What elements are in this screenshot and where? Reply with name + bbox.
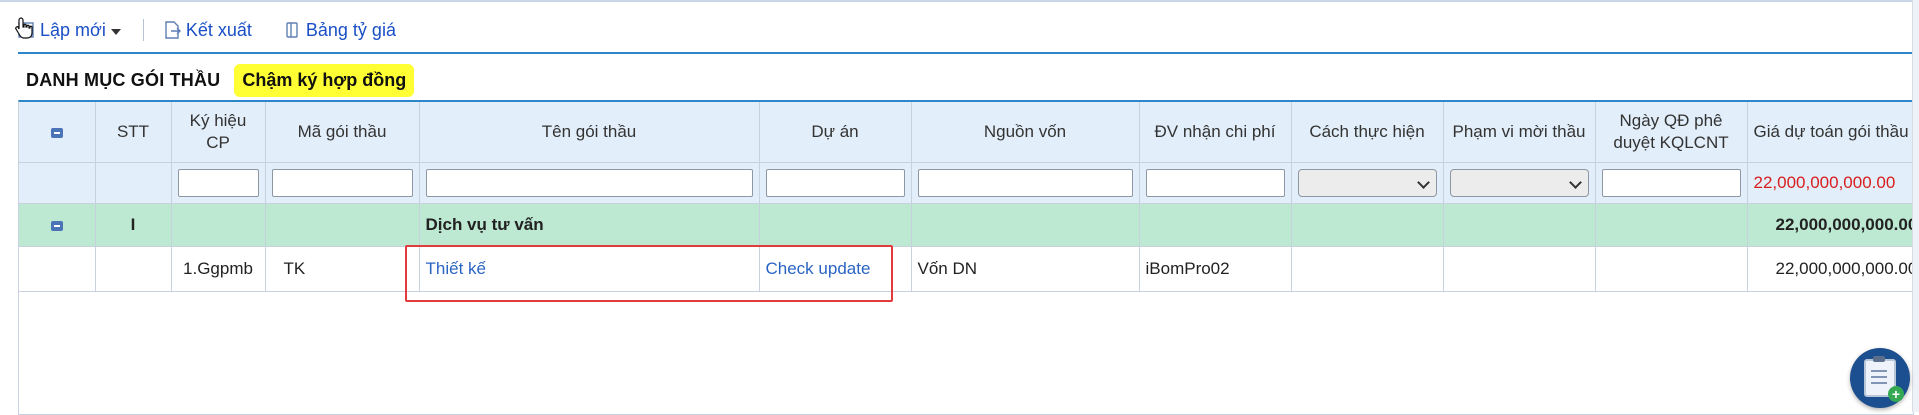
title-row: DANH MỤC GÓI THẦU Chậm ký hợp đồng: [26, 62, 415, 98]
toolbar-separator: [142, 19, 144, 41]
cell-ten-goi-thau-link[interactable]: Thiết kế: [419, 246, 760, 292]
new-button-label: Lập mới: [40, 19, 106, 40]
cell-pham-vi-moi-thau: [1443, 246, 1596, 292]
toolbar: Lập mới Kết xuất Bảng tỷ giá: [16, 14, 426, 46]
top-border: [0, 0, 1919, 2]
exchange-rate-button-label: Bảng tỷ giá: [305, 19, 396, 40]
page-title: DANH MỤC GÓI THẦU: [26, 69, 221, 90]
col-header-nguon-von[interactable]: Nguồn vốn: [911, 102, 1140, 163]
chevron-down-icon: [1416, 176, 1430, 189]
export-button-label: Kết xuất: [185, 19, 252, 40]
filter-ky-hieu-cp[interactable]: [177, 169, 259, 197]
filter-pham-vi-moi-thau-select[interactable]: [1449, 169, 1589, 197]
vertical-scrollbar[interactable]: [1912, 0, 1919, 412]
collapse-icon: [50, 220, 63, 231]
book-icon: [282, 20, 302, 40]
exchange-rate-button[interactable]: Bảng tỷ giá: [282, 20, 396, 41]
filter-du-an[interactable]: [765, 169, 905, 197]
filter-nguon-von[interactable]: [917, 169, 1133, 197]
collapse-all-toggle[interactable]: [19, 102, 96, 163]
bid-package-table: STT Ký hiệu CP Mã gói thầu Tên gói thầu …: [19, 102, 1913, 292]
group-name: Dịch vụ tư vấn: [419, 203, 760, 247]
hand-cursor-icon: [14, 16, 34, 45]
col-header-ma-goi-thau[interactable]: Mã gói thầu: [265, 102, 420, 163]
header-row: STT Ký hiệu CP Mã gói thầu Tên gói thầu …: [19, 102, 1913, 163]
toolbar-divider: [18, 52, 1912, 54]
filter-dv-nhan-chi-phi[interactable]: [1145, 169, 1285, 197]
cell-du-an-link[interactable]: Check update: [759, 246, 912, 292]
col-header-dv-nhan-chi-phi[interactable]: ĐV nhận chi phí: [1139, 102, 1292, 163]
col-header-cach-thuc-hien[interactable]: Cách thực hiện: [1291, 102, 1444, 163]
filter-total-value: 22,000,000,000.00: [1747, 162, 1913, 204]
chevron-down-icon: [1568, 176, 1582, 189]
col-header-ngay-qd[interactable]: Ngày QĐ phê duyệt KQLCNT: [1595, 102, 1748, 163]
filter-ngay-qd[interactable]: [1601, 169, 1741, 197]
group-total: 22,000,000,000.00: [1747, 203, 1913, 247]
export-button[interactable]: Kết xuất: [162, 20, 252, 41]
col-header-pham-vi-moi-thau[interactable]: Phạm vi mời thầu: [1443, 102, 1596, 163]
filter-cell-empty: [19, 162, 96, 204]
cell-cach-thuc-hien: [1291, 246, 1444, 292]
col-header-gia-du-toan[interactable]: Giá dự toán gói thầu: [1747, 102, 1913, 163]
group-collapse-toggle[interactable]: [19, 203, 96, 247]
cell-stt: [95, 246, 172, 292]
chevron-down-icon: [110, 28, 121, 35]
bid-package-grid[interactable]: STT Ký hiệu CP Mã gói thầu Tên gói thầu …: [18, 100, 1914, 415]
cell-nguon-von: Vốn DN: [911, 246, 1140, 292]
cell-ngay-qd: [1595, 246, 1748, 292]
filter-cach-thuc-hien-select[interactable]: [1297, 169, 1437, 197]
cell-gia-du-toan: 22,000,000,000.00: [1747, 246, 1913, 292]
group-row[interactable]: I Dịch vụ tư vấn 22,000,000,000.00: [19, 203, 1913, 247]
col-header-ky-hieu-cp[interactable]: Ký hiệu CP: [171, 102, 266, 163]
group-stt: I: [95, 203, 172, 247]
col-header-stt[interactable]: STT: [95, 102, 172, 163]
filter-cell-stt: [95, 162, 172, 204]
cell-ky-hieu-cp: 1.Ggpmb: [171, 246, 266, 292]
col-header-ten-goi-thau[interactable]: Tên gói thầu: [419, 102, 760, 163]
filter-ma-goi-thau[interactable]: [271, 169, 413, 197]
add-note-button[interactable]: +: [1850, 348, 1910, 408]
cell-ma-goi-thau: TK: [265, 246, 420, 292]
export-icon: [162, 20, 182, 40]
status-badge[interactable]: Chậm ký hợp đồng: [234, 63, 415, 97]
cell-dv-nhan-chi-phi: iBomPro02: [1139, 246, 1292, 292]
filter-row: 22,000,000,000.00: [19, 162, 1913, 204]
collapse-icon: [50, 127, 63, 138]
table-row[interactable]: 1.Ggpmb TK Thiết kế Check update Vốn DN …: [19, 246, 1913, 292]
col-header-du-an[interactable]: Dự án: [759, 102, 912, 163]
filter-ten-goi-thau[interactable]: [425, 169, 753, 197]
plus-icon: +: [1888, 386, 1904, 402]
